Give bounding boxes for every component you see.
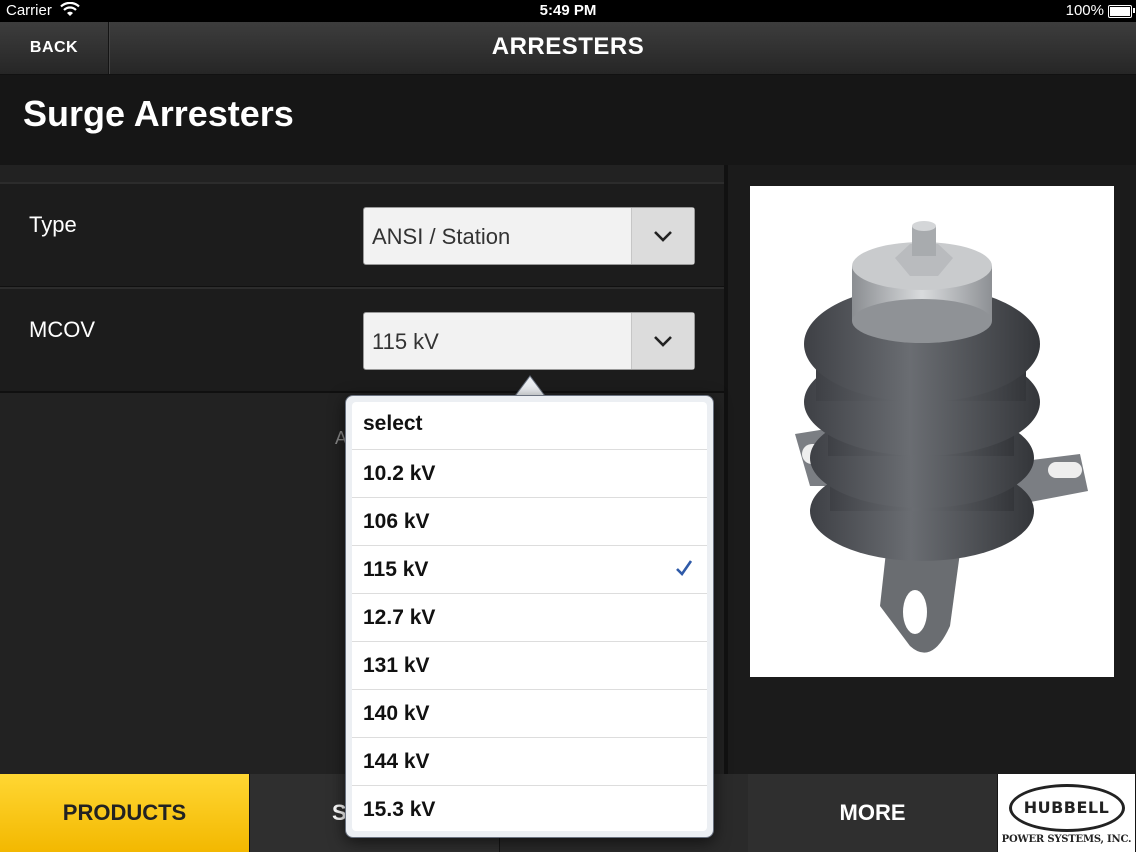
mcov-select-value: 115 kV [372, 329, 439, 354]
option-label: 140 kV [363, 702, 430, 725]
back-button[interactable]: BACK [0, 22, 109, 74]
navigation-bar: BACK ARRESTERS [0, 22, 1136, 75]
chevron-down-icon [654, 231, 672, 242]
option-label: 15.3 kV [363, 798, 436, 821]
surge-arrester-image [750, 186, 1114, 677]
logo-oval: HUBBELL [1008, 783, 1125, 832]
checkmark-icon [676, 560, 693, 577]
logo-wordmark: HUBBELL [1023, 798, 1110, 817]
tab-products[interactable]: PRODUCTS [0, 774, 250, 852]
option-115-kv[interactable]: 115 kV [352, 546, 707, 594]
status-bar: Carrier 5:49 PM 100% [0, 0, 1136, 22]
option-12-7-kv[interactable]: 12.7 kV [352, 594, 707, 642]
option-select[interactable]: select [352, 402, 707, 450]
mcov-options-list: select 10.2 kV 106 kV 115 kV 12.7 kV 131… [352, 402, 707, 831]
option-label: select [363, 412, 423, 435]
clock: 5:49 PM [539, 2, 597, 19]
option-label: 115 kV [363, 558, 429, 581]
option-131-kv[interactable]: 131 kV [352, 642, 707, 690]
mcov-select-toggle[interactable] [631, 313, 694, 369]
option-140-kv[interactable]: 140 kV [352, 690, 707, 738]
option-15-3-kv[interactable]: 15.3 kV [352, 786, 707, 831]
hubbell-logo[interactable]: HUBBELL POWER SYSTEMS, INC. [998, 774, 1136, 852]
title-band: Surge Arresters [0, 75, 1136, 165]
logo-subtitle: POWER SYSTEMS, INC. [1001, 833, 1132, 845]
option-144-kv[interactable]: 144 kV [352, 738, 707, 786]
tab-more[interactable]: MORE [748, 774, 998, 852]
product-panel [728, 165, 1136, 775]
option-label: 144 kV [363, 750, 430, 773]
option-106-kv[interactable]: 106 kV [352, 498, 707, 546]
page-title: Surge Arresters [23, 93, 294, 134]
battery-percent: 100% [1065, 2, 1104, 19]
mcov-dropdown-popover: select 10.2 kV 106 kV 115 kV 12.7 kV 131… [345, 395, 714, 838]
battery-nub [1133, 8, 1135, 13]
option-label: 106 kV [363, 510, 430, 533]
mcov-select[interactable]: 115 kV [363, 312, 695, 370]
battery-icon [1108, 5, 1132, 18]
mcov-label: MCOV [29, 317, 95, 342]
option-label: 131 kV [363, 654, 430, 677]
type-label: Type [29, 212, 77, 237]
option-label: 12.7 kV [363, 606, 436, 629]
option-label: 10.2 kV [363, 462, 436, 485]
type-select-toggle[interactable] [631, 208, 694, 264]
type-select-value: ANSI / Station [372, 224, 511, 249]
type-select[interactable]: ANSI / Station [363, 207, 695, 265]
nav-title: ARRESTERS [491, 33, 645, 60]
option-10-2-kv[interactable]: 10.2 kV [352, 450, 707, 498]
chevron-down-icon [654, 336, 672, 347]
